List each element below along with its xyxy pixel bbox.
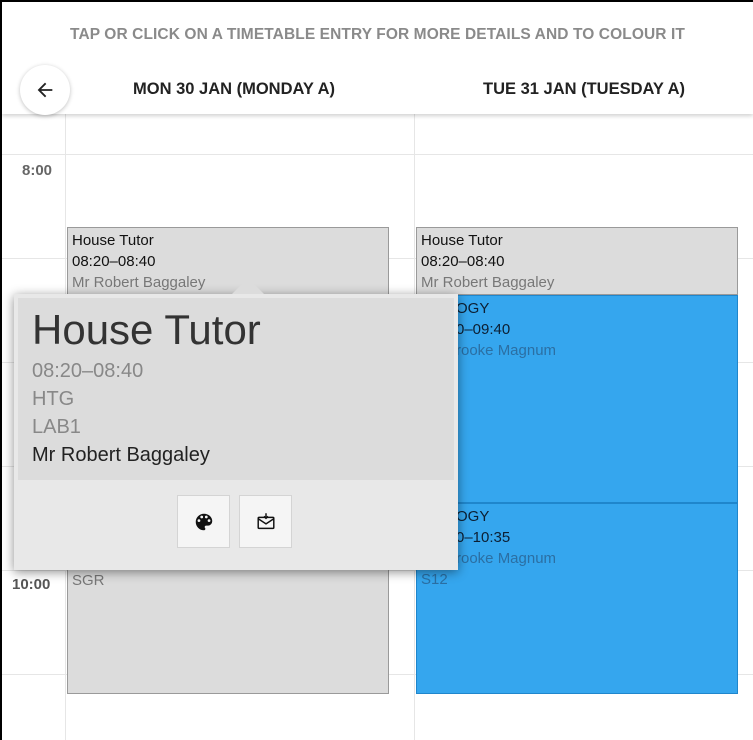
palette-icon — [195, 513, 212, 530]
instructions-text: TAP OR CLICK ON A TIMETABLE ENTRY FOR MO… — [70, 26, 685, 43]
entry-teacher: Mr Robert Baggaley — [421, 274, 555, 291]
timetable-header: TAP OR CLICK ON A TIMETABLE ENTRY FOR MO… — [2, 2, 753, 115]
entry-room: SGR — [72, 572, 105, 589]
entry-time: 08:20–08:40 — [72, 253, 156, 270]
entry-teacher: Mr Robert Baggaley — [72, 274, 206, 291]
entry-room: S12 — [421, 571, 448, 588]
window-border-left — [0, 0, 2, 740]
entry-title: OGY — [456, 300, 490, 317]
popup-pointer — [232, 278, 264, 294]
entry-title: House Tutor — [421, 232, 503, 249]
grid-hour-line — [2, 154, 753, 155]
day-header-tuesday: TUE 31 JAN (TUESDAY A) — [483, 80, 686, 98]
entry-title: House Tutor — [72, 232, 154, 249]
email-teacher-button[interactable] — [239, 495, 292, 548]
window-border-top — [0, 0, 753, 2]
arrow-left-icon — [37, 82, 53, 98]
day-header-monday: MON 30 JAN (MONDAY A) — [133, 80, 336, 98]
popup-time: 08:20–08:40 — [32, 360, 144, 382]
entry-time: 08:20–08:40 — [421, 253, 505, 270]
colour-entry-button[interactable] — [177, 495, 230, 548]
entry-time: 0–09:40 — [456, 321, 511, 338]
entry-title: OGY — [456, 508, 490, 525]
popup-details: House Tutor 08:20–08:40 HTG LAB1 Mr Robe… — [18, 298, 454, 480]
entry-tue-biology-2[interactable]: OGY 0–10:35 rooke Magnum S12 — [416, 503, 738, 694]
entry-tue-house-tutor[interactable]: House Tutor 08:20–08:40 Mr Robert Baggal… — [416, 227, 738, 295]
entry-tue-biology-1[interactable]: OGY 0–09:40 rooke Magnum — [416, 295, 738, 503]
entry-teacher: rooke Magnum — [456, 342, 557, 359]
entry-time: 0–10:35 — [456, 529, 511, 546]
entry-mon-lesson[interactable]: SGR — [67, 568, 389, 694]
entry-teacher: rooke Magnum — [456, 550, 557, 567]
popup-code: HTG — [32, 388, 75, 410]
popup-teacher: Mr Robert Baggaley — [32, 444, 210, 466]
time-label-10: 10:00 — [12, 576, 51, 593]
entry-detail-popup: House Tutor 08:20–08:40 HTG LAB1 Mr Robe… — [14, 278, 458, 570]
popup-room: LAB1 — [32, 416, 81, 438]
time-label-8: 8:00 — [22, 162, 53, 179]
back-button[interactable] — [20, 65, 70, 115]
entry-mon-house-tutor[interactable]: House Tutor 08:20–08:40 Mr Robert Baggal… — [67, 227, 389, 295]
popup-title: House Tutor — [32, 306, 261, 353]
email-icon — [256, 512, 275, 529]
